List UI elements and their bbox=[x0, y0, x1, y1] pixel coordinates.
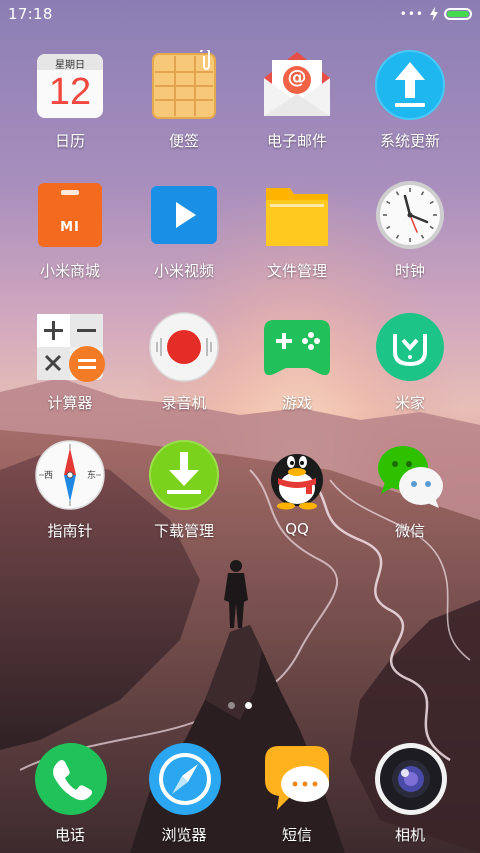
calendar-icon: 星期日 12 bbox=[35, 50, 105, 120]
dock-label: 浏览器 bbox=[161, 826, 207, 844]
signal-dots-icon: ••• bbox=[399, 7, 424, 21]
video-icon bbox=[149, 180, 219, 250]
battery-fill bbox=[447, 11, 469, 17]
app-game[interactable]: 游戏 bbox=[242, 312, 352, 422]
app-label: 系统更新 bbox=[379, 132, 440, 150]
app-calendar[interactable]: 星期日 12 日历 bbox=[15, 50, 125, 160]
app-label: 便签 bbox=[168, 132, 199, 150]
system-update-icon bbox=[375, 50, 445, 120]
clock-icon bbox=[375, 180, 445, 250]
dock-label: 短信 bbox=[281, 826, 312, 844]
app-file-manager[interactable]: 文件管理 bbox=[242, 180, 352, 290]
page-dot-1[interactable] bbox=[228, 702, 235, 709]
dock-camera[interactable]: 相机 bbox=[355, 742, 465, 852]
game-icon bbox=[262, 312, 332, 382]
calculator-icon bbox=[35, 312, 105, 382]
app-recorder[interactable]: 录音机 bbox=[129, 312, 239, 422]
app-compass[interactable]: 西 东 指南针 bbox=[15, 440, 125, 550]
app-label: 指南针 bbox=[47, 522, 93, 540]
download-icon bbox=[149, 440, 219, 510]
app-label: 电子邮件 bbox=[266, 132, 327, 150]
messages-icon bbox=[261, 742, 335, 816]
app-label: 录音机 bbox=[161, 394, 207, 412]
dock-browser[interactable]: 浏览器 bbox=[129, 742, 239, 852]
email-at-symbol: @ bbox=[287, 66, 307, 88]
charging-bolt-icon bbox=[430, 7, 438, 21]
app-mi-video[interactable]: 小米视频 bbox=[129, 180, 239, 290]
battery-icon bbox=[444, 8, 472, 20]
phone-icon bbox=[34, 742, 108, 816]
app-label: 小米商城 bbox=[39, 262, 100, 280]
app-label: 米家 bbox=[394, 394, 425, 412]
app-mi-store[interactable]: MI 小米商城 bbox=[15, 180, 125, 290]
camera-icon bbox=[374, 742, 448, 816]
recorder-icon bbox=[149, 312, 219, 382]
status-bar: 17:18 ••• bbox=[0, 0, 480, 28]
dock-phone[interactable]: 电话 bbox=[15, 742, 125, 852]
app-mijia[interactable]: 米家 bbox=[355, 312, 465, 422]
status-icons: ••• bbox=[400, 6, 472, 22]
app-label: 小米视频 bbox=[153, 262, 214, 280]
qq-icon bbox=[262, 440, 332, 510]
app-label: 时钟 bbox=[394, 262, 425, 280]
page-dot-2[interactable] bbox=[245, 702, 252, 709]
app-label: QQ bbox=[285, 520, 309, 538]
app-download-manager[interactable]: 下载管理 bbox=[129, 440, 239, 550]
email-icon: @ bbox=[262, 50, 332, 120]
compass-east: 东 bbox=[86, 471, 96, 481]
app-qq[interactable]: QQ bbox=[242, 440, 352, 550]
compass-west: 西 bbox=[44, 471, 54, 481]
app-email[interactable]: @ 电子邮件 bbox=[242, 50, 352, 160]
app-label: 下载管理 bbox=[153, 522, 214, 540]
app-system-update[interactable]: 系统更新 bbox=[355, 50, 465, 160]
calendar-weekday: 星期日 bbox=[55, 60, 85, 71]
app-wechat[interactable]: 微信 bbox=[355, 440, 465, 550]
folder-icon bbox=[262, 180, 332, 250]
app-clock[interactable]: 时钟 bbox=[355, 180, 465, 290]
compass-icon: 西 东 bbox=[35, 440, 105, 510]
app-calculator[interactable]: 计算器 bbox=[15, 312, 125, 422]
app-label: 文件管理 bbox=[266, 262, 327, 280]
page-indicator bbox=[0, 702, 480, 712]
mi-logo-text: MI bbox=[60, 220, 80, 235]
notes-icon bbox=[149, 48, 219, 120]
app-label: 游戏 bbox=[281, 394, 312, 412]
app-label: 日历 bbox=[54, 132, 85, 150]
dock-messages[interactable]: 短信 bbox=[242, 742, 352, 852]
status-time: 17:18 bbox=[8, 5, 53, 23]
app-label: 微信 bbox=[394, 522, 425, 540]
wechat-icon bbox=[375, 440, 445, 510]
browser-icon bbox=[148, 742, 222, 816]
mi-store-icon: MI bbox=[35, 180, 105, 250]
calendar-day: 12 bbox=[48, 71, 92, 113]
app-notes[interactable]: 便签 bbox=[129, 48, 239, 160]
dock-label: 电话 bbox=[54, 826, 85, 844]
app-label: 计算器 bbox=[47, 394, 93, 412]
mijia-icon bbox=[375, 312, 445, 382]
dock-label: 相机 bbox=[394, 826, 425, 844]
